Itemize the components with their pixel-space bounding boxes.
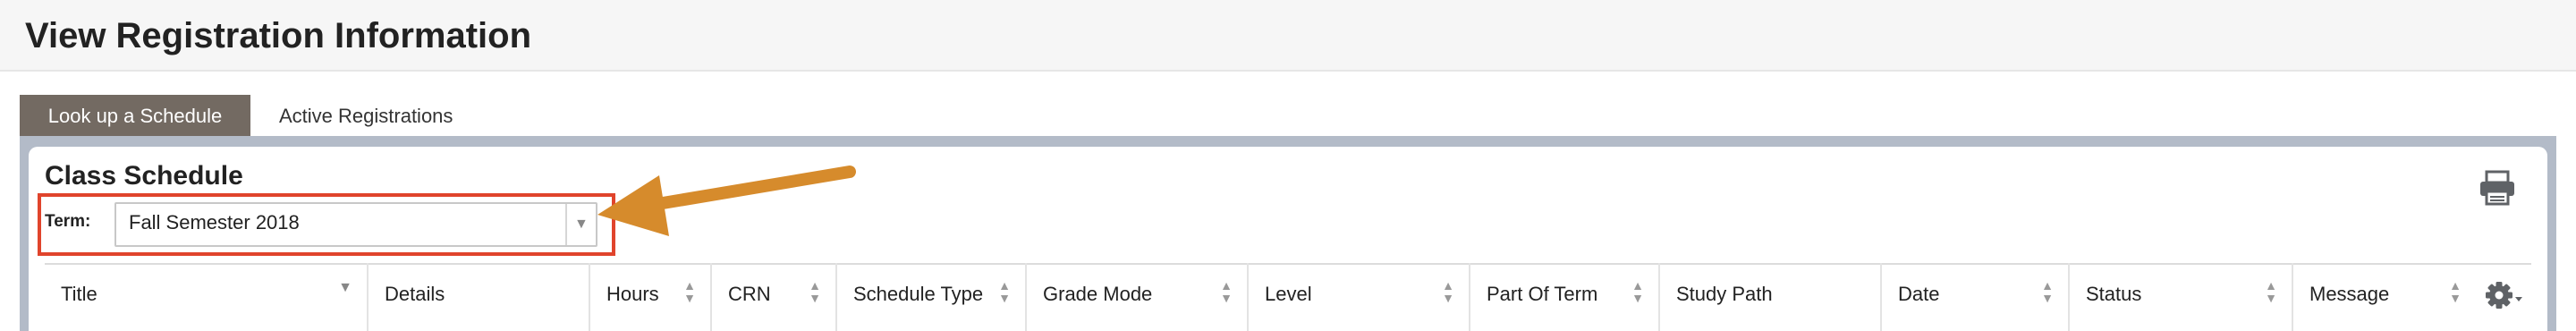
column-label: Message (2309, 283, 2390, 305)
column-header-schedule-type[interactable]: Schedule Type ▲ ▼ (835, 263, 1025, 331)
column-header-details[interactable]: Details (367, 263, 589, 331)
column-header-part-of-term[interactable]: Part Of Term ▲ ▼ (1469, 263, 1658, 331)
column-label: Grade Mode (1043, 283, 1153, 305)
column-label: Study Path (1676, 283, 1773, 305)
column-header-study-path[interactable]: Study Path (1658, 263, 1880, 331)
sort-icon[interactable]: ▲ ▼ (1631, 279, 1644, 304)
column-header-level[interactable]: Level ▲ ▼ (1247, 263, 1469, 331)
term-select-divider (565, 204, 567, 245)
column-label: CRN (728, 283, 771, 305)
column-label: Status (2086, 283, 2142, 305)
chevron-down-icon[interactable]: ▼ (574, 216, 589, 233)
section-title: Class Schedule (45, 161, 243, 191)
sort-icon[interactable]: ▲ ▼ (683, 279, 696, 304)
column-header-message[interactable]: Message ▲ ▼ (2292, 263, 2476, 331)
chevron-down-icon[interactable]: ▼ (338, 281, 352, 295)
column-label: Details (385, 283, 445, 305)
tab-look-up-schedule[interactable]: Look up a Schedule (20, 95, 250, 138)
column-label: Schedule Type (853, 283, 984, 305)
sort-icon[interactable]: ▲ ▼ (1220, 279, 1233, 304)
page-title: View Registration Information (25, 16, 531, 55)
sort-icon[interactable]: ▲ ▼ (2265, 279, 2277, 304)
term-label: Term: (45, 212, 91, 231)
column-header-grade-mode[interactable]: Grade Mode ▲ ▼ (1025, 263, 1247, 331)
sort-icon[interactable]: ▲ ▼ (2449, 279, 2462, 304)
sort-icon[interactable]: ▲ ▼ (2041, 279, 2054, 304)
column-header-date[interactable]: Date ▲ ▼ (1880, 263, 2068, 331)
sort-icon[interactable]: ▲ ▼ (1442, 279, 1454, 304)
sort-icon[interactable]: ▲ ▼ (809, 279, 821, 304)
term-select-value: Fall Semester 2018 (129, 211, 300, 233)
column-label: Date (1898, 283, 1940, 305)
column-label: Part Of Term (1487, 283, 1598, 305)
page-header: View Registration Information (0, 0, 2576, 72)
column-header-crn[interactable]: CRN ▲ ▼ (710, 263, 835, 331)
tab-active-registrations[interactable]: Active Registrations (250, 95, 481, 138)
column-header-title[interactable]: Title ▼ (45, 263, 367, 331)
column-label: Hours (606, 283, 659, 305)
column-label: Level (1265, 283, 1312, 305)
sort-icon[interactable]: ▲ ▼ (998, 279, 1011, 304)
print-icon[interactable] (2478, 170, 2517, 206)
column-label: Title (61, 283, 97, 305)
column-header-hours[interactable]: Hours ▲ ▼ (589, 263, 710, 331)
column-header-status[interactable]: Status ▲ ▼ (2068, 263, 2292, 331)
gear-icon[interactable] (2483, 277, 2524, 313)
